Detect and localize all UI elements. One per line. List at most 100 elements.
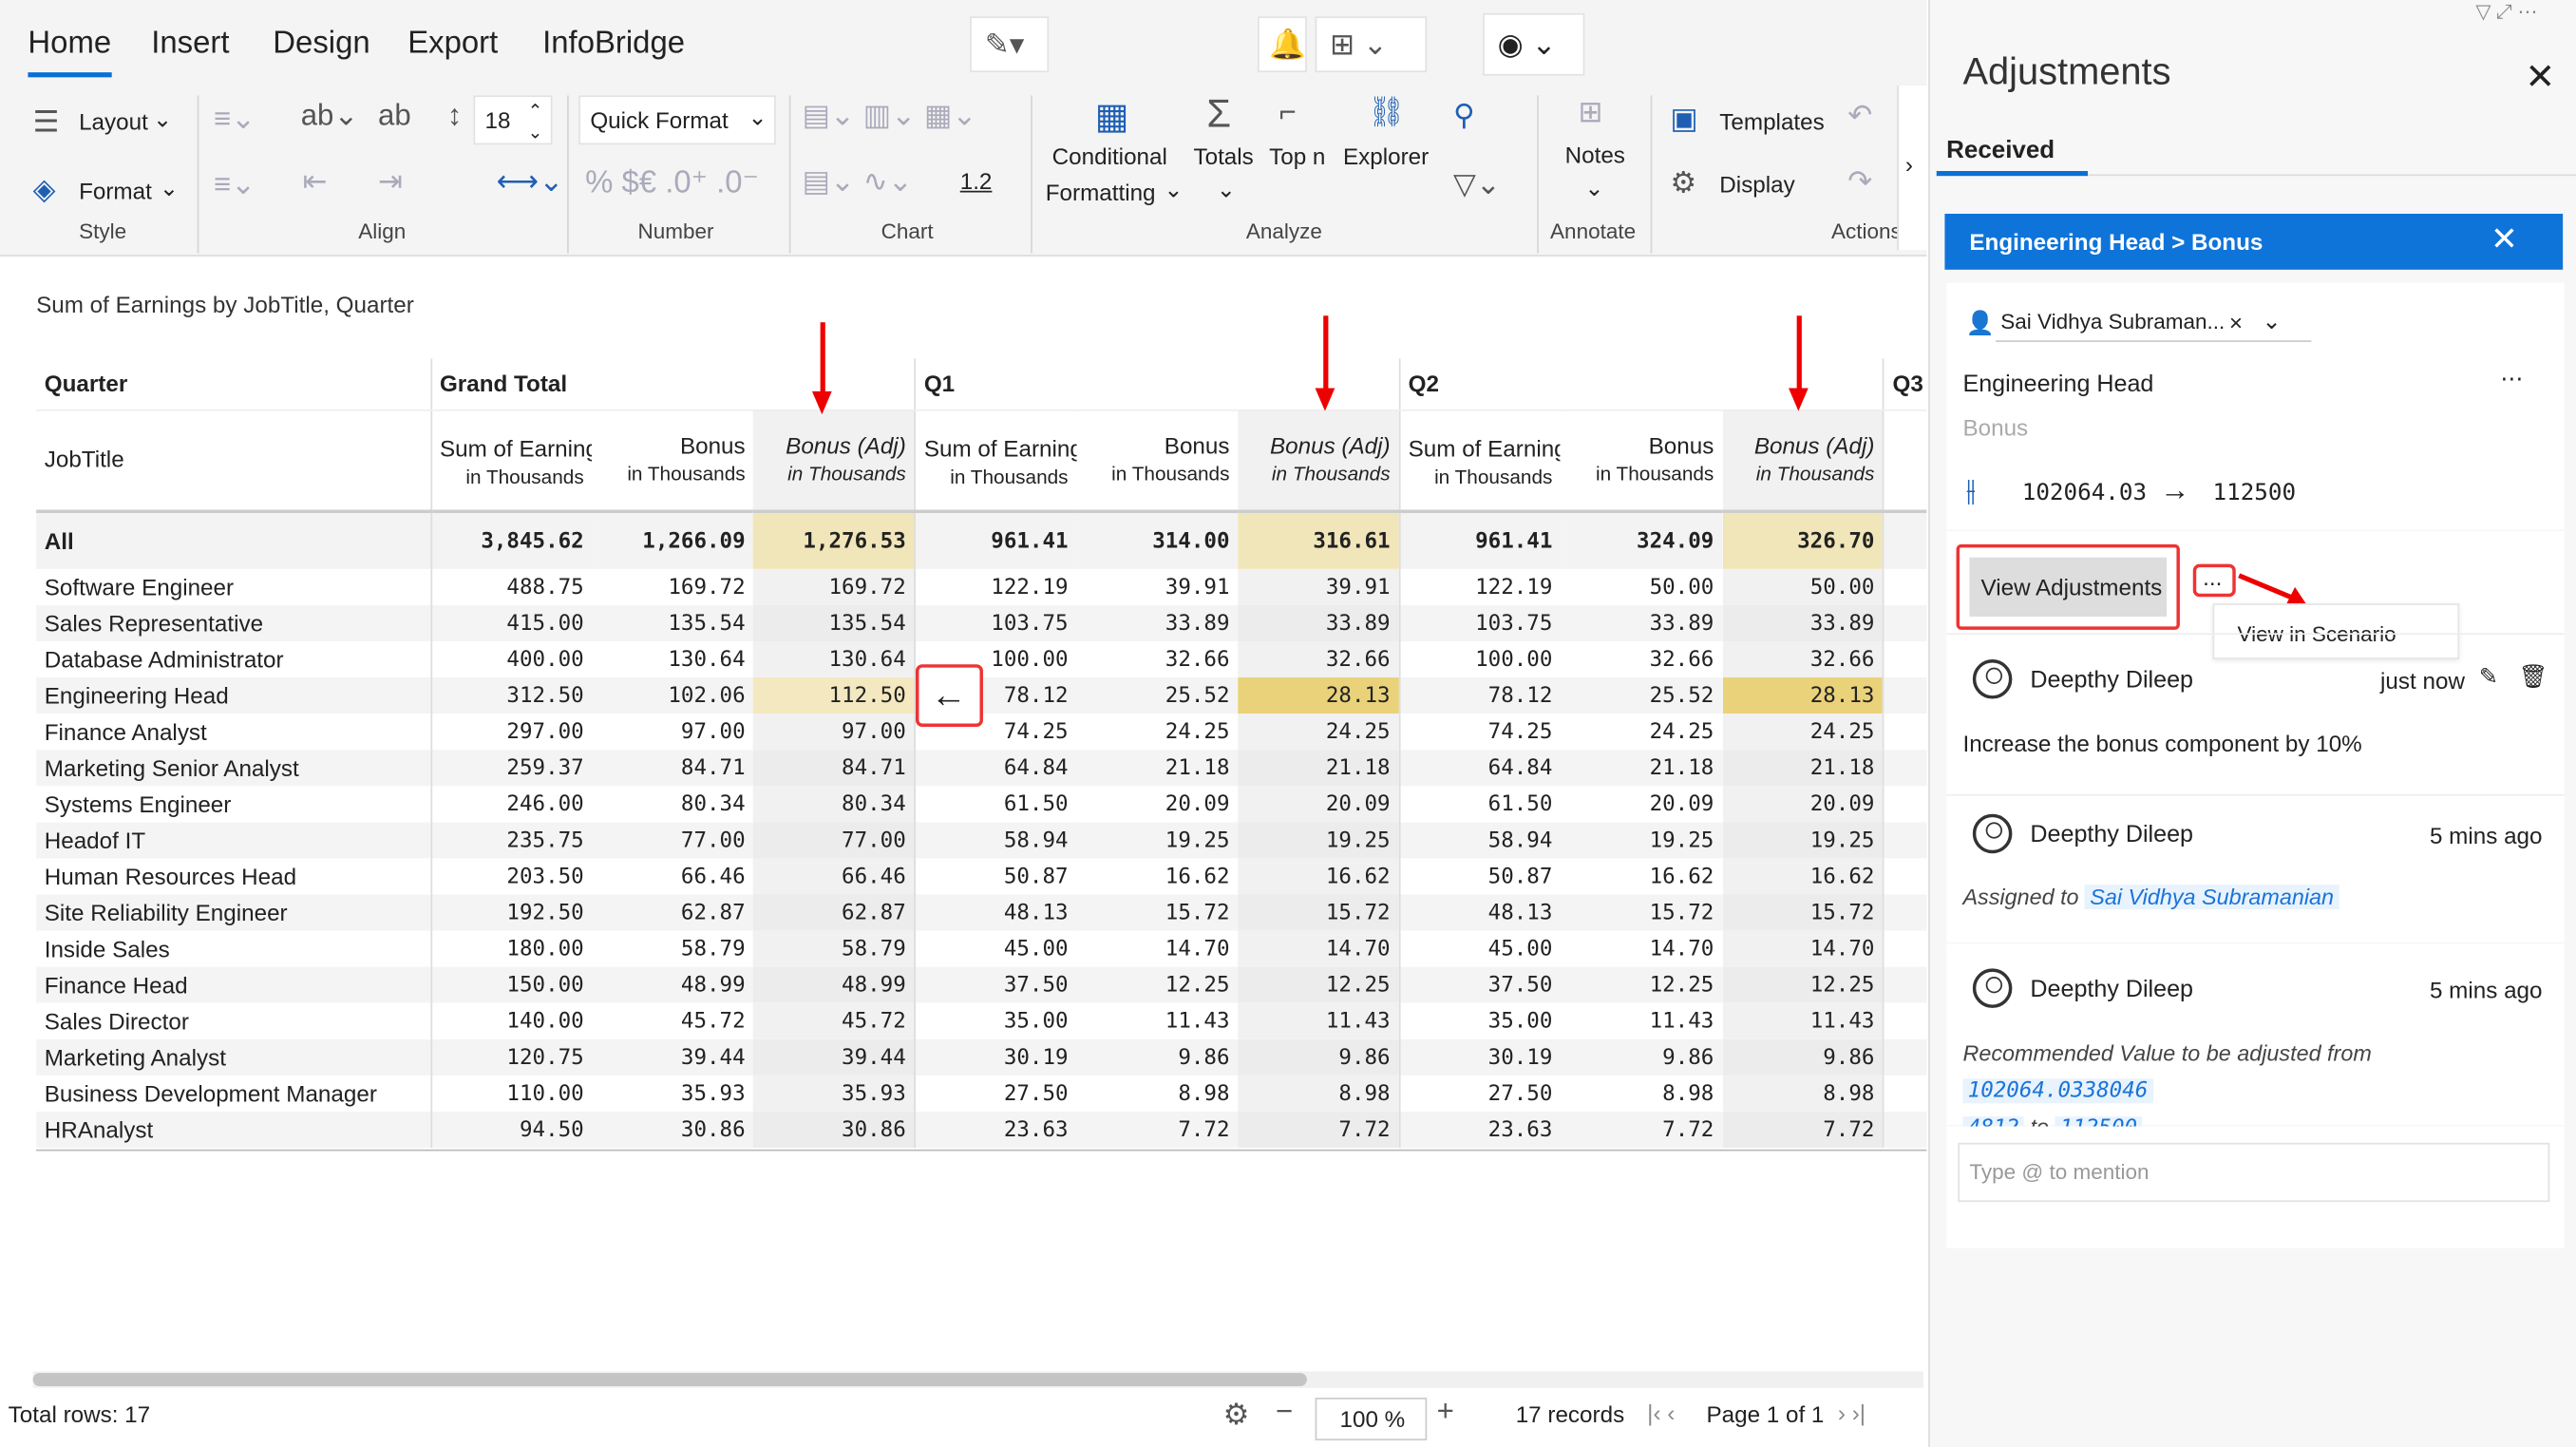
measure-header[interactable]: Sum of Earnings1.2in Thousands [429, 409, 593, 513]
value-cell[interactable]: 7.72 [1721, 1111, 1884, 1149]
add-comment-button[interactable]: ⊞ ⌄ [1315, 16, 1428, 73]
value-cell[interactable]: 14.70 [1076, 931, 1238, 967]
value-cell[interactable]: 58.94 [1398, 822, 1562, 859]
value-cell[interactable]: 78.12 [1398, 677, 1562, 714]
ribbon-scroll-right[interactable]: › [1897, 85, 1927, 251]
value-cell[interactable]: 112.50 [753, 677, 916, 714]
measure-header[interactable] [1883, 409, 1927, 513]
more-options-button[interactable]: ⋯ [2500, 365, 2523, 392]
value-cell[interactable]: 8.98 [1561, 1076, 1722, 1112]
value-cell[interactable]: 64.84 [914, 750, 1077, 787]
zoom-in-button[interactable]: + [1437, 1395, 1454, 1429]
value-cell[interactable]: 9.86 [1076, 1038, 1239, 1076]
value-cell[interactable]: 33.89 [1561, 604, 1722, 641]
display-button[interactable]: Display [1719, 171, 1794, 198]
value-cell[interactable]: 150.00 [429, 966, 593, 1003]
value-cell[interactable]: 12.25 [1721, 966, 1884, 1003]
value-cell[interactable]: 169.72 [753, 568, 916, 605]
table-row[interactable]: Business Development Manager 110.00 35.93 3… [36, 1075, 1927, 1112]
value-cell[interactable]: 8.98 [1721, 1075, 1884, 1112]
value-cell[interactable]: 32.66 [1721, 640, 1884, 678]
measure-header[interactable]: Sum of Earnings1.2in Thousands [914, 409, 1077, 513]
value-cell[interactable]: 48.99 [753, 966, 916, 1003]
view-adjustments-button[interactable]: View Adjustments [1969, 557, 2168, 618]
format-button[interactable]: Format [79, 178, 152, 204]
value-cell[interactable]: 35.93 [753, 1075, 916, 1112]
text-direction-icon[interactable]: ab [378, 99, 411, 133]
value-cell[interactable]: 39.91 [1238, 568, 1400, 605]
tab-infobridge[interactable]: InfoBridge [542, 27, 685, 63]
value-cell[interactable]: 77.00 [592, 822, 754, 859]
value-cell[interactable]: 140.00 [429, 1002, 593, 1039]
edit-comment-icon[interactable]: ✎ [2479, 662, 2498, 690]
table-row[interactable]: Sales Representative 415.00 135.54 135.54 10… [36, 604, 1927, 641]
value-cell[interactable]: 30.86 [753, 1111, 916, 1149]
table-row[interactable]: Finance Head 150.00 48.99 48.99 37.50 12.25 12… [36, 966, 1927, 1003]
value-cell[interactable]: 50.00 [1721, 568, 1884, 605]
value-cell[interactable]: 102.06 [592, 677, 754, 714]
total-row[interactable]: All 3,845.62 1,266.09 1,276.53 961.41 314.00 3… [36, 511, 1927, 569]
table-row[interactable]: Site Reliability Engineer 192.50 62.87 62.8… [36, 894, 1927, 931]
top-n-button[interactable]: Top n [1269, 143, 1325, 170]
search-icon[interactable]: ⚲ [1453, 99, 1475, 133]
value-cell[interactable]: 20.09 [1076, 786, 1238, 822]
value-cell[interactable]: 39.91 [1076, 569, 1238, 605]
table-row[interactable]: Sales Director 140.00 45.72 45.72 35.00 11.43… [36, 1002, 1927, 1039]
measure-header[interactable]: Sum of Earnings1.2in Thousands [1398, 409, 1562, 513]
wrap-text-icon[interactable]: ab⌄ [301, 99, 359, 133]
value-cell[interactable]: 61.50 [914, 786, 1077, 823]
table-row[interactable]: Inside Sales 180.00 58.79 58.79 45.00 14.70 14… [36, 930, 1927, 967]
value-cell[interactable]: 235.75 [429, 822, 593, 859]
value-cell[interactable]: 35.00 [1398, 1002, 1562, 1039]
value-cell[interactable]: 25.52 [1561, 677, 1722, 714]
tab-export[interactable]: Export [407, 27, 498, 63]
value-cell[interactable]: 135.54 [592, 604, 754, 641]
tab-design[interactable]: Design [273, 27, 369, 63]
value-cell[interactable]: 122.19 [914, 568, 1077, 605]
zoom-input[interactable]: 100 % [1315, 1398, 1428, 1441]
value-cell[interactable]: 12.25 [1238, 966, 1400, 1003]
value-cell[interactable]: 48.13 [1398, 894, 1562, 931]
value-cell[interactable]: 19.25 [1561, 822, 1722, 859]
value-cell[interactable]: 58.79 [592, 931, 753, 967]
value-cell[interactable]: 39.44 [753, 1038, 916, 1076]
undo-icon[interactable]: ↶ [1847, 99, 1872, 133]
value-cell[interactable]: 14.70 [1721, 930, 1884, 967]
more-actions-button[interactable]: ... [2192, 563, 2236, 598]
value-cell[interactable]: 37.50 [914, 966, 1077, 1003]
value-cell[interactable]: 203.50 [429, 858, 593, 895]
value-cell[interactable]: 961.41 [1398, 511, 1562, 569]
value-cell[interactable]: 62.87 [592, 894, 754, 931]
edit-mode-button[interactable]: ✎▾ [970, 16, 1050, 73]
value-cell[interactable]: 961.41 [914, 511, 1077, 569]
value-cell[interactable]: 297.00 [429, 714, 593, 751]
conditional-formatting-button[interactable]: Conditional [1052, 143, 1167, 170]
value-cell[interactable]: 45.00 [1398, 930, 1562, 967]
table-row[interactable]: Headof IT 235.75 77.00 77.00 58.94 19.25 19.25… [36, 822, 1927, 859]
value-cell[interactable]: 84.71 [753, 750, 916, 787]
value-cell[interactable]: 58.79 [753, 930, 916, 967]
value-cell[interactable]: 30.86 [592, 1111, 754, 1149]
table-row[interactable]: Human Resources Head 203.50 66.46 66.46 50.8… [36, 858, 1927, 895]
value-cell[interactable]: 77.00 [753, 822, 916, 859]
value-cell[interactable]: 24.25 [1561, 714, 1722, 750]
value-cell[interactable]: 11.43 [1561, 1003, 1722, 1039]
measure-header[interactable]: Bonus (Adj) in Thousands [1721, 409, 1884, 513]
value-cell[interactable]: 28.13 [1238, 677, 1400, 714]
value-cell[interactable]: 20.09 [1561, 786, 1722, 822]
value-cell[interactable]: 97.00 [753, 714, 916, 751]
value-cell[interactable]: 30.19 [914, 1038, 1077, 1076]
value-cell[interactable]: 15.72 [1561, 894, 1722, 931]
value-cell[interactable]: 103.75 [914, 604, 1077, 641]
value-cell[interactable]: 11.43 [1076, 1003, 1238, 1039]
revert-adjustment-button[interactable]: ← [915, 664, 983, 727]
notification-button[interactable]: 🔔 [1257, 16, 1307, 73]
value-cell[interactable]: 37.50 [1398, 966, 1562, 1003]
table-row[interactable]: Systems Engineer 246.00 80.34 80.34 61.50 20.… [36, 786, 1927, 823]
value-cell[interactable]: 50.00 [1561, 569, 1722, 605]
value-cell[interactable]: 15.72 [1721, 894, 1884, 931]
delete-comment-icon[interactable]: 🗑 [2518, 662, 2548, 690]
table-row[interactable]: HRAnalyst 94.50 30.86 30.86 23.63 7.72 7.72 23.… [36, 1111, 1927, 1149]
value-cell[interactable]: 103.75 [1398, 604, 1562, 641]
value-cell[interactable]: 488.75 [429, 568, 593, 605]
